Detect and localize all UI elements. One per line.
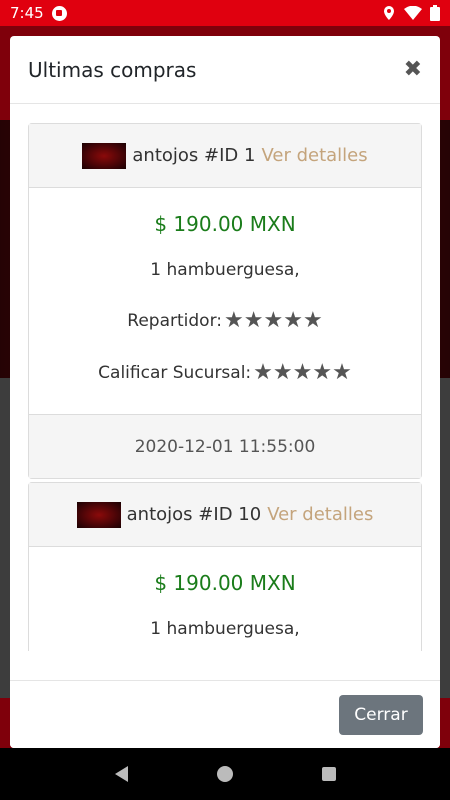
- recent-apps-icon[interactable]: [321, 767, 336, 781]
- driver-rating-row: Repartidor: ★ ★ ★ ★ ★: [29, 310, 421, 332]
- status-icons: [382, 5, 440, 21]
- back-icon[interactable]: [114, 766, 128, 782]
- modal-footer: Cerrar: [10, 680, 440, 748]
- home-icon[interactable]: [216, 766, 233, 782]
- store-thumbnail: [76, 501, 121, 528]
- view-details-link[interactable]: Ver detalles: [267, 504, 373, 525]
- modal-body[interactable]: antojos #ID 1 Ver detalles $ 190.00 MXN …: [10, 105, 440, 651]
- purchases-modal: Ultimas compras ✖ antojos #ID 1 Ver deta…: [10, 36, 440, 748]
- order-card: antojos #ID 1 Ver detalles $ 190.00 MXN …: [28, 123, 422, 479]
- order-card: antojos #ID 10 Ver detalles $ 190.00 MXN…: [28, 482, 422, 651]
- order-store-name: antojos #ID 10: [126, 504, 262, 525]
- driver-rating-label: Repartidor:: [127, 311, 223, 331]
- driver-rating-stars: ★ ★ ★ ★ ★: [224, 310, 323, 332]
- star-icon[interactable]: ★: [263, 310, 283, 332]
- close-button[interactable]: Cerrar: [339, 694, 423, 735]
- navigation-bar: [0, 748, 450, 800]
- star-icon[interactable]: ★: [283, 310, 303, 332]
- branch-rating-stars: ★ ★ ★ ★ ★: [253, 362, 352, 384]
- order-date: 2020-12-01 11:55:00: [29, 414, 421, 478]
- order-card-header: antojos #ID 1 Ver detalles: [29, 124, 421, 188]
- status-bar: 7:45: [0, 0, 450, 26]
- order-items: 1 hambuerguesa,: [150, 260, 300, 280]
- store-thumbnail: [82, 142, 127, 169]
- branch-rating-label: Calificar Sucursal:: [98, 363, 252, 383]
- order-price: $ 190.00 MXN: [154, 212, 296, 236]
- order-items: 1 hambuerguesa,: [150, 619, 300, 639]
- order-card-body: $ 190.00 MXN 1 hambuerguesa, Repartidor:…: [29, 188, 421, 384]
- star-icon[interactable]: ★: [303, 310, 323, 332]
- status-time: 7:45: [10, 4, 44, 22]
- app-notification-icon: [51, 5, 67, 21]
- star-icon[interactable]: ★: [224, 310, 244, 332]
- order-card-body: $ 190.00 MXN 1 hambuerguesa,: [29, 547, 421, 639]
- star-icon[interactable]: ★: [244, 310, 264, 332]
- modal-title: Ultimas compras: [28, 57, 197, 82]
- star-icon[interactable]: ★: [273, 362, 293, 384]
- star-icon[interactable]: ★: [332, 362, 352, 384]
- star-icon[interactable]: ★: [293, 362, 313, 384]
- star-icon[interactable]: ★: [253, 362, 273, 384]
- wifi-icon: [404, 6, 422, 20]
- modal-header: Ultimas compras ✖: [10, 36, 440, 104]
- close-icon[interactable]: ✖: [404, 58, 422, 81]
- view-details-link[interactable]: Ver detalles: [261, 145, 367, 166]
- order-store-name: antojos #ID 1: [132, 145, 256, 166]
- order-price: $ 190.00 MXN: [154, 571, 296, 595]
- location-icon: [384, 6, 394, 20]
- battery-icon: [430, 5, 440, 21]
- order-card-header: antojos #ID 10 Ver detalles: [29, 483, 421, 547]
- branch-rating-row: Calificar Sucursal: ★ ★ ★ ★ ★: [29, 362, 421, 384]
- star-icon[interactable]: ★: [312, 362, 332, 384]
